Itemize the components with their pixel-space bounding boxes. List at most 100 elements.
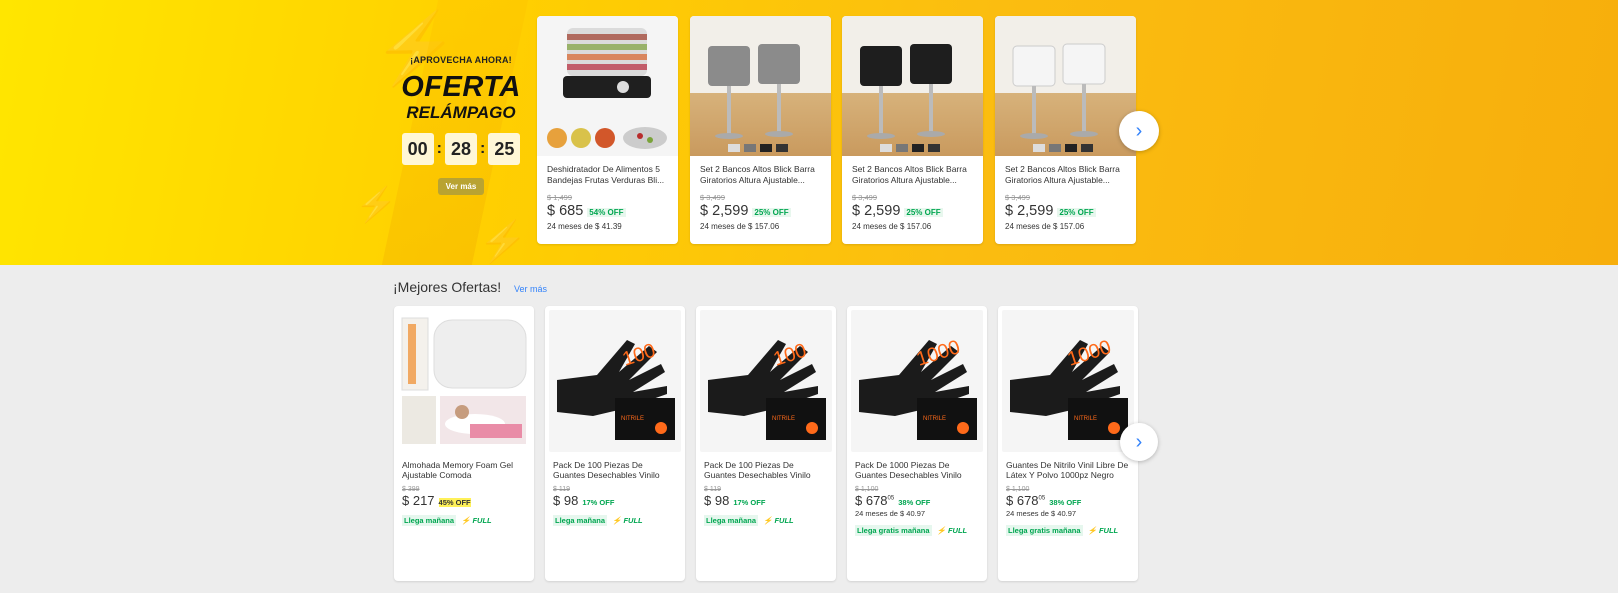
product-image: 1000 NITRILE bbox=[1002, 310, 1134, 452]
discount-badge: 25% OFF bbox=[752, 208, 791, 217]
sale-price: $ 67805 bbox=[1006, 493, 1045, 508]
price-integer: $ 678 bbox=[855, 493, 888, 508]
flash-product-card[interactable]: Set 2 Bancos Altos Blick Barra Giratorio… bbox=[690, 16, 831, 244]
product-title[interactable]: Set 2 Bancos Altos Blick Barra Giratorio… bbox=[700, 164, 821, 186]
flash-kicker: ¡APROVECHA AHORA! bbox=[410, 55, 512, 65]
product-title[interactable]: Deshidratador De Alimentos 5 Bandejas Fr… bbox=[547, 164, 668, 186]
product-image: 1000 NITRILE bbox=[851, 310, 983, 452]
offer-product-card[interactable]: 100 NITRILE Pack De 100 Piezas De Guante… bbox=[545, 306, 685, 581]
discount-badge: 38% OFF bbox=[898, 498, 931, 507]
sale-price: $ 2,599 bbox=[700, 203, 749, 219]
offers-next-button[interactable]: › bbox=[1120, 423, 1158, 461]
flash-next-button[interactable]: › bbox=[1119, 111, 1159, 151]
flash-title: OFERTA bbox=[401, 71, 521, 103]
full-badge: ⚡ FULL bbox=[763, 516, 794, 525]
full-label: FULL bbox=[947, 526, 968, 535]
original-price: $ 3,499 bbox=[852, 193, 878, 202]
shipping-badge: Llega gratis mañana bbox=[855, 525, 932, 536]
full-label: FULL bbox=[623, 516, 643, 525]
flash-see-more-button[interactable]: Ver más bbox=[437, 178, 485, 195]
full-label: FULL bbox=[1098, 526, 1119, 535]
installments-text: 24 meses de $ 41.39 bbox=[547, 222, 622, 231]
price-integer: $ 678 bbox=[1006, 493, 1039, 508]
product-title[interactable]: Pack De 100 Piezas De Guantes Desechable… bbox=[704, 460, 828, 480]
discount-badge: 25% OFF bbox=[1057, 208, 1096, 217]
full-label: FULL bbox=[472, 516, 492, 525]
timer-seconds: 25 bbox=[488, 133, 521, 165]
svg-text:NITRILE: NITRILE bbox=[621, 416, 644, 422]
sale-price: $ 217 bbox=[402, 493, 435, 508]
full-label: FULL bbox=[774, 516, 794, 525]
timer-minutes: 28 bbox=[445, 133, 477, 165]
shipping-badge: Llega mañana bbox=[402, 515, 457, 526]
original-price: $ 1,100 bbox=[855, 486, 879, 493]
product-image bbox=[842, 16, 983, 156]
installments-text: 24 meses de $ 40.97 bbox=[855, 509, 926, 518]
price-cents: 05 bbox=[887, 495, 895, 502]
product-title[interactable]: Pack De 100 Piezas De Guantes Desechable… bbox=[553, 460, 677, 480]
installments-text: 24 meses de $ 157.06 bbox=[1005, 222, 1085, 231]
offer-product-card[interactable]: 1000 NITRILE Pack De 1000 Piezas De Guan… bbox=[847, 306, 987, 581]
sale-price: $ 67805 bbox=[855, 493, 894, 508]
full-badge: ⚡ FULL bbox=[1087, 526, 1119, 535]
original-price: $ 1,100 bbox=[1006, 486, 1030, 493]
installments-text: 24 meses de $ 157.06 bbox=[700, 222, 780, 231]
flash-product-card[interactable]: Set 2 Bancos Altos Blick Barra Giratorio… bbox=[842, 16, 983, 244]
product-image: 100 NITRILE bbox=[700, 310, 832, 452]
product-title[interactable]: Pack De 1000 Piezas De Guantes Desechabl… bbox=[855, 460, 979, 480]
original-price: $ 1,499 bbox=[547, 193, 573, 202]
svg-text:NITRILE: NITRILE bbox=[772, 416, 795, 422]
offer-product-card[interactable]: Almohada Memory Foam Gel Ajustable Comod… bbox=[394, 306, 534, 581]
discount-badge: 45% OFF bbox=[438, 498, 471, 507]
flash-product-card[interactable]: Set 2 Bancos Altos Blick Barra Giratorio… bbox=[995, 16, 1136, 244]
sale-price: $ 98 bbox=[553, 493, 579, 508]
countdown-timer: 00 : 28 : 25 bbox=[386, 133, 536, 165]
product-image: 100 NITRILE bbox=[549, 310, 681, 452]
sale-price: $ 98 bbox=[704, 493, 730, 508]
product-title[interactable]: Guantes De Nitrilo Vinil Libre De Látex … bbox=[1006, 460, 1130, 480]
lightning-decoration-icon: ⚡ bbox=[478, 220, 528, 264]
discount-badge: 25% OFF bbox=[904, 208, 943, 217]
original-price: $ 119 bbox=[553, 486, 570, 493]
installments-text: 24 meses de $ 157.06 bbox=[852, 222, 932, 231]
shipping-badge: Llega gratis mañana bbox=[1006, 525, 1083, 536]
sale-price: $ 2,599 bbox=[1005, 203, 1054, 219]
product-image bbox=[398, 310, 530, 452]
best-offers-title: ¡Mejores Ofertas! bbox=[393, 279, 502, 295]
original-price: $ 119 bbox=[704, 486, 721, 493]
offer-product-card[interactable]: 100 NITRILE Pack De 100 Piezas De Guante… bbox=[696, 306, 836, 581]
sale-price: $ 685 bbox=[547, 203, 584, 219]
svg-text:NITRILE: NITRILE bbox=[923, 416, 946, 422]
flash-subtitle: RELÁMPAGO bbox=[406, 103, 516, 122]
shipping-badge: Llega mañana bbox=[553, 515, 608, 526]
chevron-right-icon: › bbox=[1135, 430, 1143, 453]
installments-text: 24 meses de $ 40.97 bbox=[1006, 509, 1077, 518]
product-title[interactable]: Almohada Memory Foam Gel Ajustable Comod… bbox=[402, 460, 526, 480]
best-offers-see-more-link[interactable]: Ver más bbox=[514, 284, 547, 294]
product-image bbox=[995, 16, 1136, 156]
chevron-right-icon: › bbox=[1135, 119, 1143, 142]
svg-text:NITRILE: NITRILE bbox=[1074, 416, 1097, 422]
full-badge: ⚡ FULL bbox=[612, 516, 643, 525]
discount-badge: 38% OFF bbox=[1049, 498, 1082, 507]
flash-sale-banner: ⚡ ⚡ ⚡ ¡APROVECHA AHORA! OFERTA RELÁMPAGO… bbox=[0, 0, 1618, 265]
offer-product-card[interactable]: 1000 NITRILE Guantes De Nitrilo Vinil Li… bbox=[998, 306, 1138, 581]
discount-badge: 17% OFF bbox=[733, 498, 766, 507]
product-image bbox=[690, 16, 831, 156]
shipping-badge: Llega mañana bbox=[704, 515, 759, 526]
full-badge: ⚡ FULL bbox=[461, 516, 492, 525]
full-badge: ⚡ FULL bbox=[936, 526, 968, 535]
product-title[interactable]: Set 2 Bancos Altos Blick Barra Giratorio… bbox=[852, 164, 973, 186]
sale-price: $ 2,599 bbox=[852, 203, 901, 219]
discount-badge: 54% OFF bbox=[587, 208, 626, 217]
flash-product-card[interactable]: Deshidratador De Alimentos 5 Bandejas Fr… bbox=[537, 16, 678, 244]
original-price: $ 399 bbox=[402, 486, 420, 493]
page-divider bbox=[0, 593, 1618, 597]
discount-badge: 17% OFF bbox=[582, 498, 615, 507]
product-title[interactable]: Set 2 Bancos Altos Blick Barra Giratorio… bbox=[1005, 164, 1126, 186]
price-cents: 05 bbox=[1038, 495, 1046, 502]
product-image bbox=[537, 16, 678, 156]
timer-hours: 00 bbox=[401, 133, 434, 165]
original-price: $ 3,499 bbox=[1005, 193, 1031, 202]
original-price: $ 3,499 bbox=[700, 193, 726, 202]
